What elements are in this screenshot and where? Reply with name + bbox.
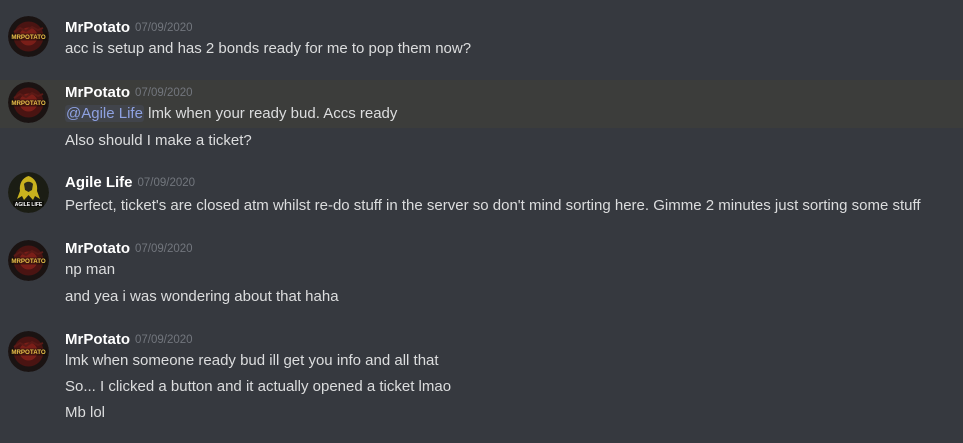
svg-text:MRPOTATO: MRPOTATO: [11, 34, 46, 41]
avatar-mrpotato[interactable]: MRPOTATO: [8, 331, 49, 372]
message-group: MRPOTATO MrPotato 07/09/2020 acc is setup…: [0, 0, 963, 76]
message-text-rest: lmk when your ready bud. Accs ready: [143, 105, 398, 122]
username[interactable]: MrPotato: [65, 331, 130, 348]
mrpotato-logo: MRPOTATO: [8, 240, 49, 281]
message-text: So... I clicked a button and it actually…: [65, 378, 452, 395]
message-list: MRPOTATO MrPotato 07/09/2020 acc is setup…: [0, 0, 963, 443]
message-group: MRPOTATO MrPotato 07/09/2020 lmk when som…: [0, 324, 963, 443]
username[interactable]: MrPotato: [65, 84, 130, 101]
message-text: and yea i was wondering about that haha: [65, 288, 339, 305]
user-mention[interactable]: @Agile Life: [65, 105, 144, 122]
agile-life-logo: AGILE LIFE: [8, 172, 49, 213]
message-header: MrPotato 07/09/2020: [65, 331, 193, 351]
mrpotato-logo: MRPOTATO: [8, 16, 49, 57]
avatar-mrpotato[interactable]: MRPOTATO: [8, 82, 49, 123]
avatar-agile-life[interactable]: AGILE LIFE: [8, 172, 49, 213]
message-group: AGILE LIFE Agile Life 07/09/2020 Perfect,…: [0, 162, 963, 232]
message-header: MrPotato 07/09/2020: [65, 240, 193, 260]
timestamp[interactable]: 07/09/2020: [135, 87, 193, 99]
mrpotato-logo: MRPOTATO: [8, 331, 49, 372]
svg-text:MRPOTATO: MRPOTATO: [11, 100, 46, 107]
timestamp[interactable]: 07/09/2020: [135, 22, 193, 34]
avatar-mrpotato[interactable]: MRPOTATO: [8, 240, 49, 281]
message-header: Agile Life 07/09/2020: [65, 174, 195, 194]
avatar-mrpotato[interactable]: MRPOTATO: [8, 16, 49, 57]
username[interactable]: MrPotato: [65, 240, 130, 257]
message-group: MRPOTATO MrPotato 07/09/2020 @Agile Life …: [0, 76, 963, 162]
username[interactable]: MrPotato: [65, 19, 130, 36]
timestamp[interactable]: 07/09/2020: [138, 177, 196, 189]
message-group: MRPOTATO MrPotato 07/09/2020 np man and y…: [0, 232, 963, 324]
message-text: Also should I make a ticket?: [65, 132, 252, 149]
message-text: Perfect, ticket's are closed atm whilst …: [65, 197, 921, 214]
mrpotato-logo: MRPOTATO: [8, 82, 49, 123]
message-text: @Agile Life lmk when your ready bud. Acc…: [65, 104, 397, 124]
message-header: MrPotato 07/09/2020: [65, 19, 193, 39]
message-header: MrPotato 07/09/2020: [65, 84, 193, 104]
message-text: acc is setup and has 2 bonds ready for m…: [65, 40, 472, 57]
message-text: Mb lol: [65, 404, 106, 421]
message-text: lmk when someone ready bud ill get you i…: [65, 352, 439, 369]
message-text: np man: [65, 261, 116, 278]
svg-text:MRPOTATO: MRPOTATO: [11, 349, 46, 356]
svg-text:MRPOTATO: MRPOTATO: [11, 258, 46, 265]
svg-text:AGILE LIFE: AGILE LIFE: [15, 202, 43, 208]
username[interactable]: Agile Life: [65, 174, 133, 191]
timestamp[interactable]: 07/09/2020: [135, 334, 193, 346]
timestamp[interactable]: 07/09/2020: [135, 243, 193, 255]
